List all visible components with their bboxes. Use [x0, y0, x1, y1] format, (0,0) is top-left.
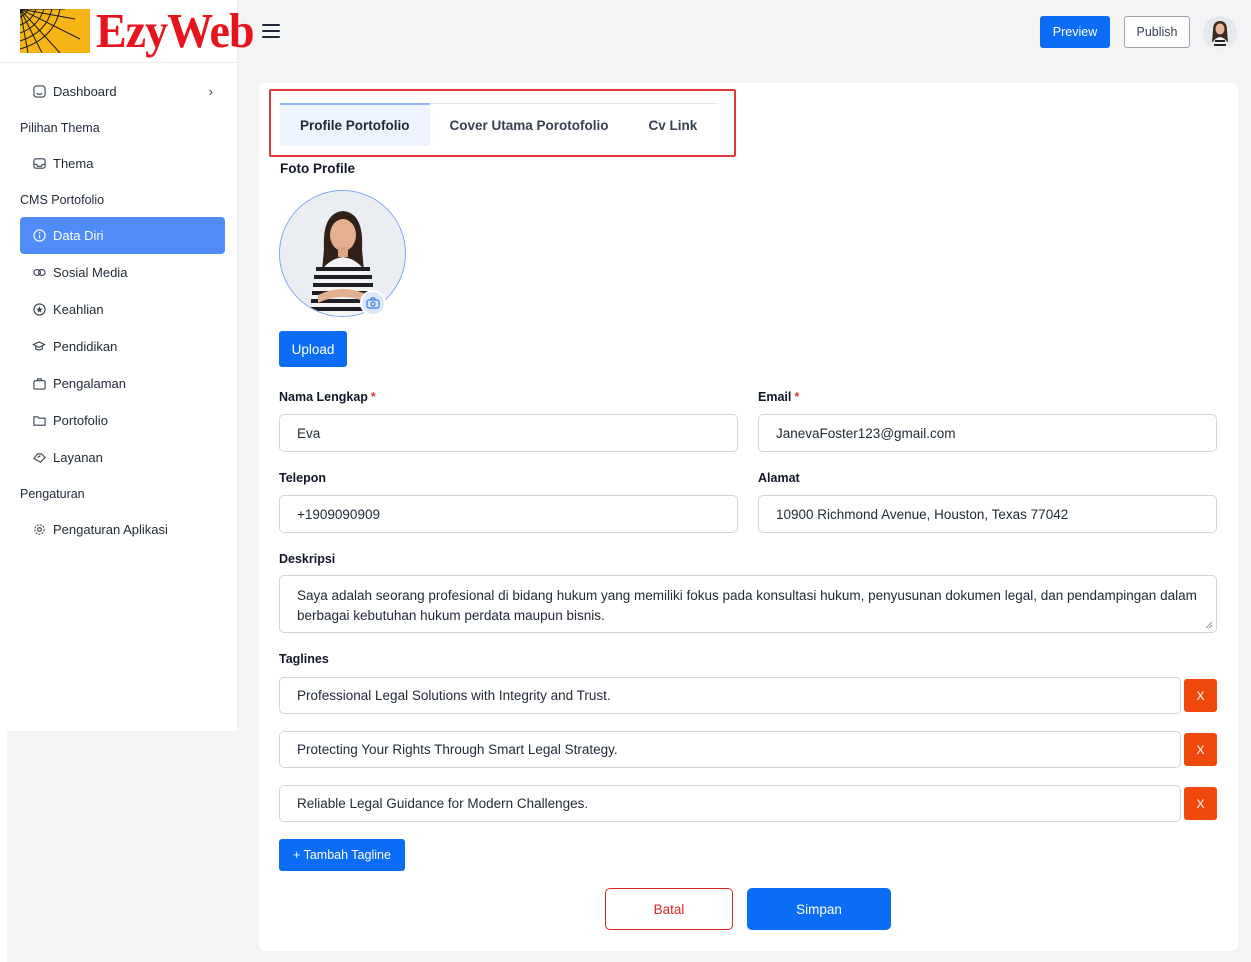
divider	[0, 62, 238, 63]
sidebar-item-label: Keahlian	[53, 302, 104, 317]
remove-tagline-button[interactable]: X	[1184, 679, 1217, 712]
logo-text: EzyWeb	[96, 3, 255, 58]
chevron-right-icon: ›	[208, 84, 213, 99]
nama-field[interactable]: Eva	[279, 414, 738, 452]
sidebar-item-pendidikan[interactable]: Pendidikan	[20, 328, 225, 365]
required-mark: *	[370, 390, 376, 404]
sidebar-item-label: Sosial Media	[53, 265, 128, 280]
link-icon	[32, 266, 46, 280]
tab-profile-portofolio[interactable]: Profile Portofolio	[280, 103, 430, 146]
briefcase-icon	[32, 377, 46, 391]
dashboard-icon	[32, 85, 46, 99]
alamat-label: Alamat	[758, 471, 800, 485]
sidebar-item-label: Layanan	[53, 450, 103, 465]
tagline-input[interactable]: Professional Legal Solutions with Integr…	[279, 677, 1181, 714]
telepon-label: Telepon	[279, 471, 326, 485]
deskripsi-text: Saya adalah seorang profesional di bidan…	[297, 588, 1197, 623]
sidebar-section-tema: Pilihan Thema	[20, 120, 100, 135]
email-label-text: Email	[758, 390, 792, 404]
folder-icon	[32, 414, 46, 428]
sidebar-item-keahlian[interactable]: Keahlian	[20, 291, 225, 328]
sidebar-empty-area	[0, 731, 238, 962]
sidebar-item-label: Thema	[53, 156, 94, 171]
foto-profile-title: Foto Profile	[280, 161, 355, 176]
sidebar-item-thema[interactable]: Thema	[20, 145, 225, 182]
tab-cover-utama[interactable]: Cover Utama Porotofolio	[430, 104, 629, 146]
sidebar-item-sosial-media[interactable]: Sosial Media	[20, 254, 225, 291]
telepon-field[interactable]: +1909090909	[279, 495, 738, 533]
nama-label-text: Nama Lengkap	[279, 390, 368, 404]
sidebar-item-label: Pendidikan	[53, 339, 118, 354]
sidebar-item-pengalaman[interactable]: Pengalaman	[20, 365, 225, 402]
logo[interactable]: EzyWeb	[20, 3, 255, 58]
menu-toggle-icon[interactable]	[262, 24, 280, 38]
camera-icon[interactable]	[360, 290, 386, 316]
sidebar-section-cms: CMS Portofolio	[20, 192, 105, 207]
tab-bar: Profile Portofolio Cover Utama Porotofol…	[280, 103, 718, 146]
sidebar-item-label: Dashboard	[53, 84, 117, 99]
remove-tagline-button[interactable]: X	[1184, 733, 1217, 766]
sidebar-item-label: Pengalaman	[53, 376, 126, 391]
required-mark: *	[794, 390, 800, 404]
sidebar-item-pengaturan-aplikasi[interactable]: Pengaturan Aplikasi	[20, 511, 225, 548]
save-button[interactable]: Simpan	[747, 888, 891, 930]
sidebar-section-pengaturan: Pengaturan	[20, 486, 85, 501]
avatar[interactable]	[1203, 16, 1237, 50]
sidebar-item-layanan[interactable]: Layanan	[20, 439, 225, 476]
deskripsi-label: Deskripsi	[279, 552, 336, 566]
deskripsi-textarea[interactable]: Saya adalah seorang profesional di bidan…	[279, 575, 1217, 633]
email-label: Email *	[758, 390, 799, 404]
sidebar-item-label: Portofolio	[53, 413, 108, 428]
tab-cv-link[interactable]: Cv Link	[629, 104, 718, 146]
sidebar: EzyWeb Dashboard › Pilihan Thema Thema C…	[0, 0, 255, 731]
info-icon	[32, 229, 46, 243]
sidebar-nav: Dashboard › Pilihan Thema Thema CMS Port…	[20, 73, 225, 548]
gear-icon	[32, 523, 46, 537]
tagline-input[interactable]: Protecting Your Rights Through Smart Leg…	[279, 731, 1181, 768]
graduation-cap-icon	[32, 340, 46, 354]
tagline-input[interactable]: Reliable Legal Guidance for Modern Chall…	[279, 785, 1181, 822]
taglines-label: Taglines	[279, 652, 329, 666]
handshake-icon	[32, 451, 46, 465]
resize-handle-icon[interactable]	[1205, 621, 1213, 629]
publish-button[interactable]: Publish	[1124, 16, 1190, 48]
preview-button[interactable]: Preview	[1040, 16, 1110, 48]
email-field[interactable]: JanevaFoster123@gmail.com	[758, 414, 1217, 452]
remove-tagline-button[interactable]: X	[1184, 787, 1217, 820]
star-circle-icon	[32, 303, 46, 317]
sidebar-item-portofolio[interactable]: Portofolio	[20, 402, 225, 439]
sidebar-item-dashboard[interactable]: Dashboard ›	[20, 73, 225, 110]
sidebar-item-label: Pengaturan Aplikasi	[53, 522, 168, 537]
logo-web-icon	[20, 9, 90, 53]
alamat-field[interactable]: 10900 Richmond Avenue, Houston, Texas 77…	[758, 495, 1217, 533]
inbox-icon	[32, 157, 46, 171]
profile-photo	[279, 190, 406, 317]
sidebar-item-label: Data Diri	[53, 228, 104, 243]
nama-label: Nama Lengkap *	[279, 390, 376, 404]
cancel-button[interactable]: Batal	[605, 888, 733, 930]
add-tagline-button[interactable]: + Tambah Tagline	[279, 839, 405, 871]
upload-button[interactable]: Upload	[279, 331, 347, 367]
sidebar-item-data-diri[interactable]: Data Diri	[20, 217, 225, 254]
